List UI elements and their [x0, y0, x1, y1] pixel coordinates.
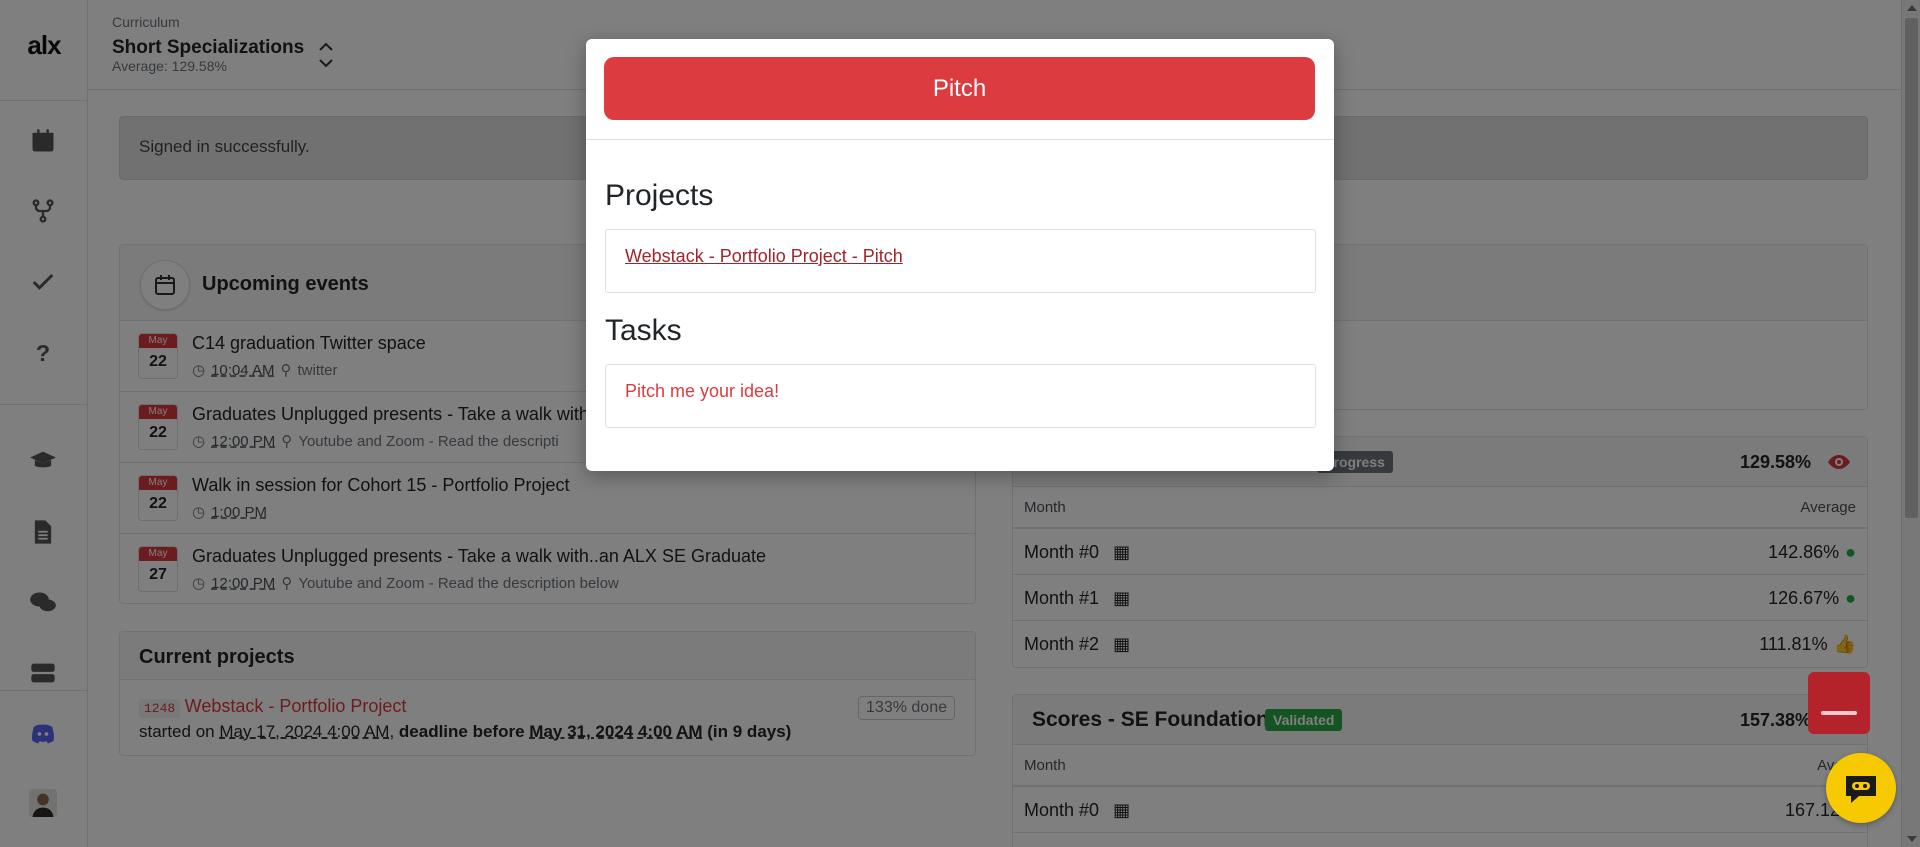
project-pitch-link[interactable]: Webstack - Portfolio Project - Pitch	[625, 246, 903, 266]
minus-icon	[1821, 711, 1857, 715]
projects-heading: Projects	[605, 179, 714, 212]
tasks-heading: Tasks	[605, 314, 682, 347]
task-link[interactable]: Pitch me your idea!	[625, 381, 779, 401]
project-list-item: Webstack - Portfolio Project - Pitch	[605, 229, 1316, 293]
pitch-modal: Pitch Projects Webstack - Portfolio Proj…	[586, 39, 1334, 471]
modal-header: Pitch	[586, 39, 1334, 140]
task-list-item: Pitch me your idea!	[605, 364, 1316, 428]
pitch-button[interactable]: Pitch	[604, 57, 1315, 120]
minimize-widget-button[interactable]	[1808, 672, 1870, 734]
chat-widget-button[interactable]	[1826, 753, 1896, 823]
chat-bubble-icon	[1846, 776, 1876, 803]
